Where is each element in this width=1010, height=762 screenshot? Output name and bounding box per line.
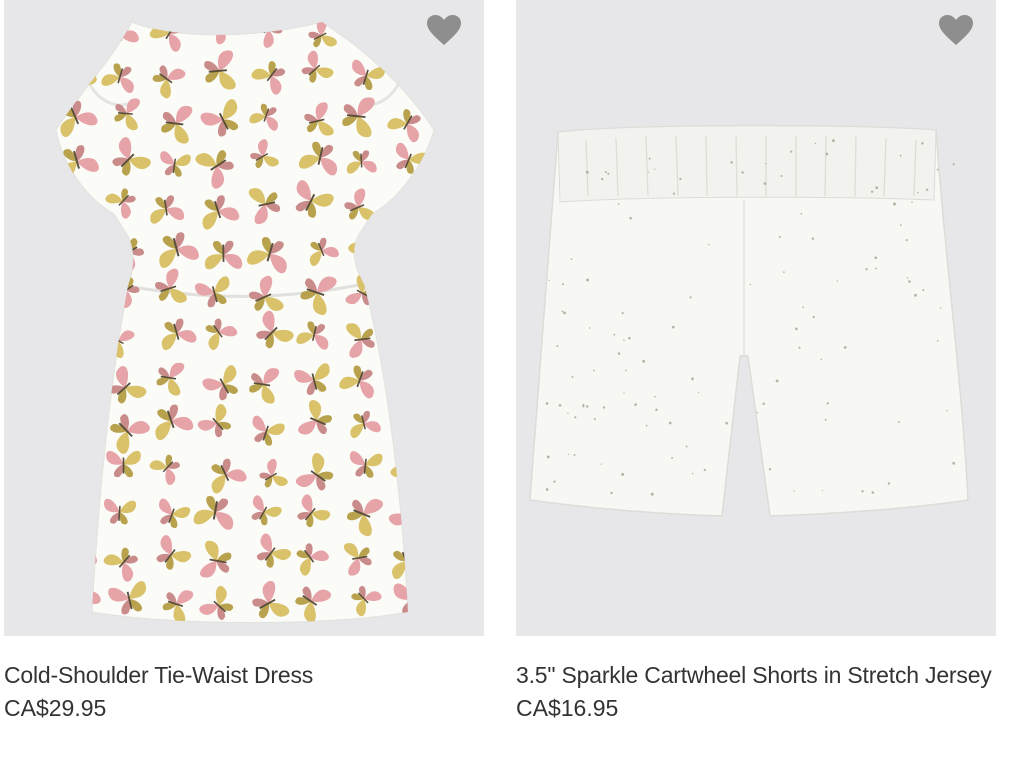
product-name[interactable]: Cold-Shoulder Tie-Waist Dress: [4, 658, 484, 692]
shorts-shape: [529, 124, 969, 517]
product-card[interactable]: Cold-Shoulder Tie-Waist Dress CA$29.95: [4, 0, 484, 724]
shorts-image: [529, 124, 969, 517]
product-grid: Cold-Shoulder Tie-Waist Dress CA$29.95 3…: [0, 0, 1010, 762]
product-info: Cold-Shoulder Tie-Waist Dress CA$29.95: [4, 636, 484, 724]
product-price: CA$16.95: [516, 695, 619, 721]
heart-icon[interactable]: [426, 14, 462, 46]
product-price: CA$29.95: [4, 695, 107, 721]
product-image[interactable]: [516, 0, 996, 636]
product-name[interactable]: 3.5" Sparkle Cartwheel Shorts in Stretch…: [516, 658, 996, 692]
dress-image: [55, 21, 435, 623]
product-info: 3.5" Sparkle Cartwheel Shorts in Stretch…: [516, 636, 996, 724]
dress-shape: [55, 21, 435, 623]
product-image[interactable]: [4, 0, 484, 636]
product-card[interactable]: 3.5" Sparkle Cartwheel Shorts in Stretch…: [516, 0, 996, 724]
heart-icon[interactable]: [938, 14, 974, 46]
